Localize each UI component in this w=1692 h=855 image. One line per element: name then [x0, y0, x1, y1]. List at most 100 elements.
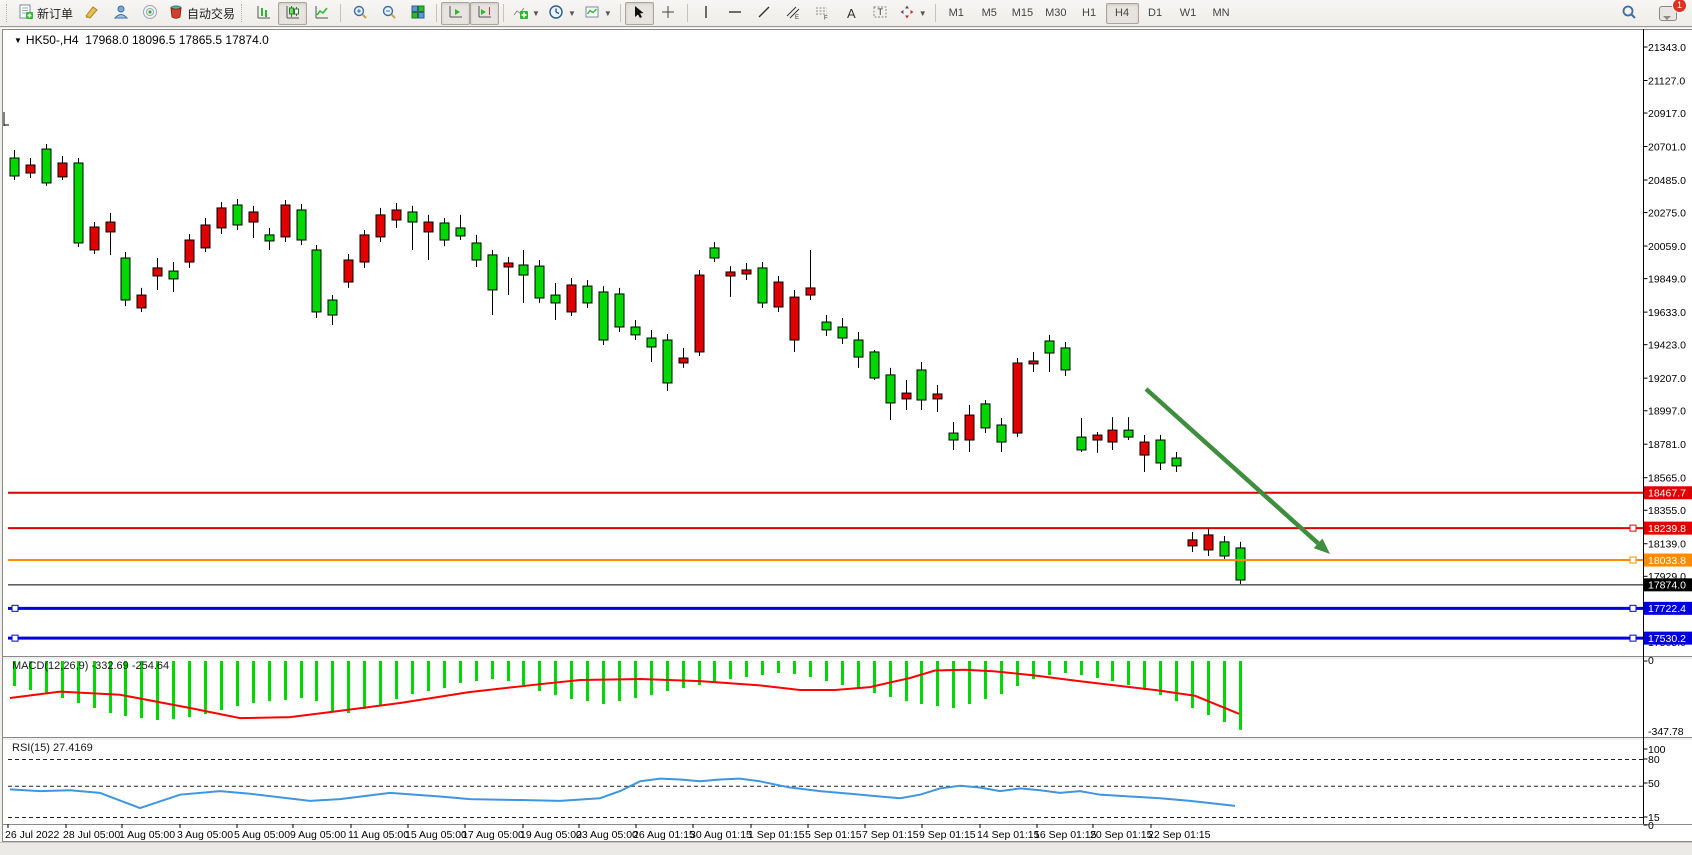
svg-text:19207.0: 19207.0 — [1648, 373, 1686, 385]
line-chart-button[interactable] — [307, 2, 336, 25]
tile-windows-icon — [410, 4, 426, 23]
vertical-line-button[interactable] — [692, 2, 721, 25]
toolbar-grip — [6, 4, 11, 22]
chart-ohlc-values: 17968.0 18096.5 17865.5 17874.0 — [85, 33, 269, 47]
svg-text:26 Jul 2022: 26 Jul 2022 — [5, 829, 59, 841]
tile-windows-button[interactable] — [403, 2, 432, 25]
svg-text:17874.0: 17874.0 — [1648, 580, 1686, 592]
status-bar — [0, 842, 1692, 855]
horizontal-line-button[interactable] — [721, 2, 750, 25]
timeframe-label: D1 — [1148, 7, 1162, 19]
timeframe-mn-button[interactable]: MN — [1205, 3, 1238, 24]
svg-text:E: E — [795, 15, 799, 20]
toolbar-separator — [620, 4, 621, 22]
svg-text:20275.0: 20275.0 — [1648, 207, 1686, 219]
auto-trading-button[interactable]: 自动交易 — [164, 2, 239, 25]
toolbar-separator — [436, 4, 437, 22]
crosshair-button[interactable] — [654, 2, 683, 25]
profile-button[interactable] — [77, 2, 106, 25]
svg-text:18355.0: 18355.0 — [1648, 505, 1686, 517]
templates-button[interactable]: ▼ — [580, 2, 616, 25]
svg-text:16 Sep 01:15: 16 Sep 01:15 — [1034, 829, 1097, 841]
timeframe-label: M1 — [949, 7, 964, 19]
new-order-icon — [18, 4, 34, 23]
svg-text:T: T — [878, 7, 884, 17]
periods-button[interactable]: ▼ — [544, 2, 580, 25]
indicators-button[interactable]: ▼ — [508, 2, 544, 25]
arrows-tool-button[interactable]: ▼ — [895, 2, 931, 25]
vertical-line-icon — [698, 4, 714, 23]
trendline-button[interactable] — [750, 2, 779, 25]
equidistant-channel-button[interactable]: E — [779, 2, 808, 25]
chart-title: ▼ HK50-,H4 17968.0 18096.5 17865.5 17874.… — [14, 33, 269, 47]
zoom-in-button[interactable] — [345, 2, 374, 25]
clock-icon — [548, 4, 564, 23]
timeframe-h1-button[interactable]: H1 — [1073, 3, 1106, 24]
timeframe-w1-button[interactable]: W1 — [1172, 3, 1205, 24]
chevron-down-icon[interactable]: ▼ — [604, 9, 612, 18]
zoom-out-button[interactable] — [374, 2, 403, 25]
text-tool-button[interactable]: A — [837, 2, 866, 25]
timeframe-m1-button[interactable]: M1 — [940, 3, 973, 24]
notifications-button[interactable]: 1 — [1653, 2, 1682, 25]
toolbar-separator — [340, 4, 341, 22]
chart-canvas[interactable]: 21343.021127.020917.020701.020485.020275… — [0, 0, 1692, 842]
fibonacci-button[interactable]: F — [808, 2, 837, 25]
fibonacci-icon: F — [814, 4, 830, 23]
timeframe-h4-button[interactable]: H4 — [1106, 3, 1139, 24]
timeframe-m5-button[interactable]: M5 — [973, 3, 1006, 24]
svg-text:20 Sep 01:15: 20 Sep 01:15 — [1090, 829, 1153, 841]
candlestick-chart-button[interactable] — [278, 2, 307, 25]
svg-text:17 Aug 05:00: 17 Aug 05:00 — [462, 829, 524, 841]
trendline-icon — [756, 4, 772, 23]
toolbar-separator — [503, 4, 504, 22]
timeframe-label: MN — [1212, 7, 1229, 19]
chevron-down-icon[interactable]: ▼ — [568, 9, 576, 18]
svg-text:0: 0 — [1648, 655, 1654, 667]
crosshair-icon — [660, 4, 676, 23]
timeframe-m30-button[interactable]: M30 — [1039, 3, 1072, 24]
search-button[interactable] — [1614, 2, 1643, 25]
auto-scroll-icon — [448, 4, 464, 23]
toolbar-separator — [935, 4, 936, 22]
svg-text:7 Sep 01:15: 7 Sep 01:15 — [862, 829, 919, 841]
auto-scroll-button[interactable] — [441, 2, 470, 25]
svg-text:26 Aug 01:15: 26 Aug 01:15 — [633, 829, 695, 841]
svg-text:18467.7: 18467.7 — [1648, 488, 1686, 500]
svg-text:20701.0: 20701.0 — [1648, 141, 1686, 153]
crayon-icon — [84, 4, 100, 23]
chart-symbol-period: HK50-,H4 — [26, 33, 79, 47]
svg-text:3 Aug 05:00: 3 Aug 05:00 — [177, 829, 233, 841]
zoom-in-icon — [352, 4, 368, 23]
svg-text:1 Sep 01:15: 1 Sep 01:15 — [748, 829, 805, 841]
chevron-down-icon[interactable]: ▼ — [532, 9, 540, 18]
text-label-button[interactable]: T — [866, 2, 895, 25]
auto-trading-icon — [168, 4, 184, 23]
timeframe-label: M15 — [1012, 7, 1033, 19]
cursor-button[interactable] — [625, 2, 654, 25]
timeframe-label: M30 — [1045, 7, 1066, 19]
svg-text:28 Jul 05:00: 28 Jul 05:00 — [63, 829, 120, 841]
zoom-out-icon — [381, 4, 397, 23]
bar-chart-button[interactable] — [249, 2, 278, 25]
timeframe-m15-button[interactable]: M15 — [1006, 3, 1039, 24]
svg-text:9 Aug 05:00: 9 Aug 05:00 — [290, 829, 346, 841]
signals-button[interactable] — [135, 2, 164, 25]
svg-text:18033.8: 18033.8 — [1648, 555, 1686, 567]
svg-text:19633.0: 19633.0 — [1648, 307, 1686, 319]
symbol-dropdown-icon[interactable]: ▼ — [14, 36, 22, 45]
bar-chart-icon — [256, 4, 272, 23]
svg-text:9 Sep 01:15: 9 Sep 01:15 — [919, 829, 976, 841]
chart-shift-button[interactable] — [470, 2, 499, 25]
notification-badge: 1 — [1672, 0, 1687, 13]
svg-text:5 Sep 01:15: 5 Sep 01:15 — [805, 829, 862, 841]
svg-text:F: F — [824, 15, 828, 20]
svg-text:14 Sep 01:15: 14 Sep 01:15 — [977, 829, 1040, 841]
chevron-down-icon[interactable]: ▼ — [919, 9, 927, 18]
svg-text:1 Aug 05:00: 1 Aug 05:00 — [119, 829, 175, 841]
svg-text:18239.8: 18239.8 — [1648, 523, 1686, 535]
new-order-button[interactable]: 新订单 — [14, 2, 77, 25]
timeframe-d1-button[interactable]: D1 — [1139, 3, 1172, 24]
market-watch-button[interactable] — [106, 2, 135, 25]
svg-text:18565.0: 18565.0 — [1648, 472, 1686, 484]
